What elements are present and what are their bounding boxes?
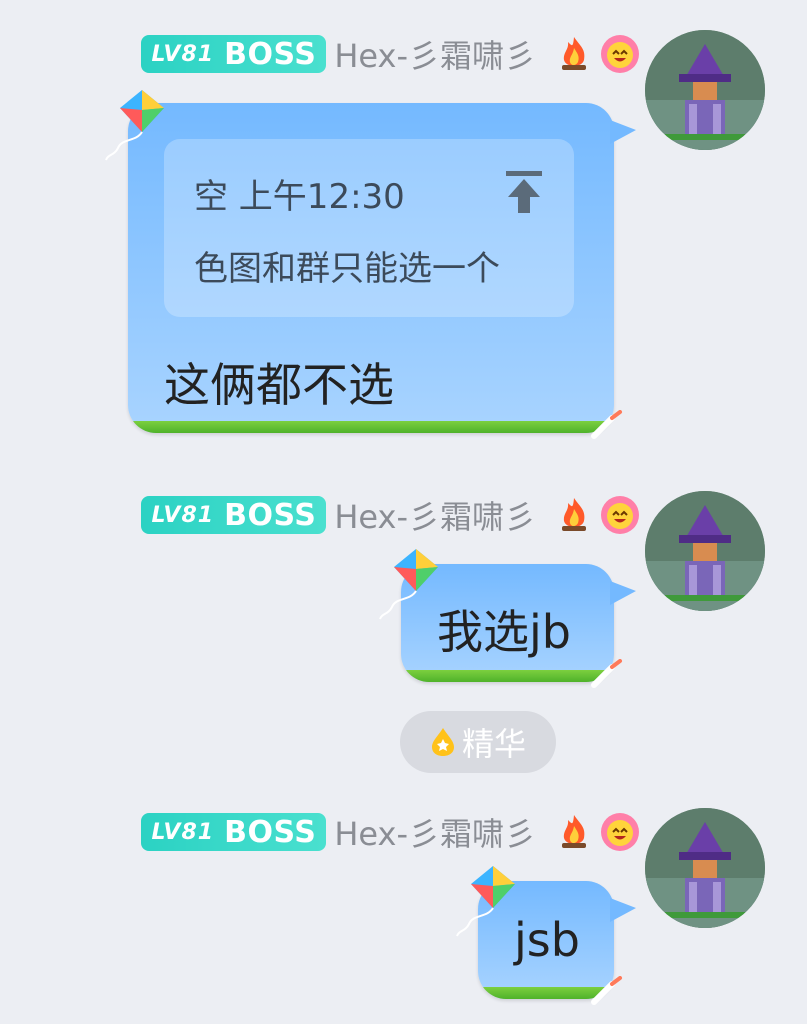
kite-icon (105, 90, 164, 161)
quote-text: 色图和群只能选一个 (194, 249, 500, 289)
message-3: LV81 BOSS Hex-彡霜啸彡 jsb (0, 808, 807, 1024)
corner-decoration-icon (591, 976, 622, 1005)
reply-quote[interactable]: 空 上午12:30 色图和群只能选一个 (164, 139, 574, 317)
corner-decoration-icon (591, 410, 622, 439)
avatar[interactable] (645, 30, 765, 150)
sender-nickname[interactable]: Hex-彡霜啸彡 (334, 31, 536, 77)
grass-decoration (401, 670, 614, 682)
avatar[interactable] (645, 491, 765, 611)
essence-label: 精华 (461, 725, 526, 763)
message-text: 我选jb (437, 605, 571, 659)
essence-tag[interactable]: 精华 (400, 711, 556, 773)
smile-flower-icon (601, 496, 639, 534)
wizard-avatar-icon (645, 30, 765, 150)
corner-decoration-icon (591, 659, 622, 688)
grass-decoration (128, 421, 614, 433)
badge-title: BOSS (224, 36, 317, 72)
sender-header: LV81 BOSS Hex-彡霜啸彡 (141, 32, 640, 76)
level-badge[interactable]: LV81 BOSS (141, 35, 327, 73)
level-text: LV81 (151, 41, 215, 67)
sender-nickname[interactable]: Hex-彡霜啸彡 (334, 809, 536, 855)
bubble-tail (610, 120, 636, 144)
quote-meta: 空 上午12:30 (194, 177, 405, 217)
message-1: LV81 BOSS Hex-彡霜啸彡 空 上午12:30 色图和群只能选一个 这… (0, 30, 807, 450)
wizard-avatar-icon (645, 491, 765, 611)
sender-nickname[interactable]: Hex-彡霜啸彡 (334, 492, 536, 538)
fire-icon (562, 815, 586, 848)
sender-header: LV81 BOSS Hex-彡霜啸彡 (141, 810, 640, 854)
smile-flower-icon (601, 35, 639, 73)
badge-title: BOSS (224, 814, 317, 850)
fire-icon (562, 498, 586, 531)
avatar[interactable] (645, 808, 765, 928)
message-text: jsb (514, 913, 580, 967)
bubble-tail (610, 581, 636, 605)
wizard-avatar-icon (645, 808, 765, 928)
message-text: 这俩都不选 (164, 358, 394, 412)
badge-title: BOSS (224, 497, 317, 533)
level-text: LV81 (151, 502, 215, 528)
sender-header: LV81 BOSS Hex-彡霜啸彡 (141, 493, 640, 537)
kite-icon (379, 549, 438, 620)
message-2: LV81 BOSS Hex-彡霜啸彡 我选jb (0, 491, 807, 691)
bubble-tail (610, 898, 636, 922)
jump-to-top-icon[interactable] (504, 169, 544, 215)
level-text: LV81 (151, 819, 215, 845)
smile-flower-icon (601, 813, 639, 851)
kite-icon (456, 866, 515, 937)
fire-icon (562, 37, 586, 70)
message-bubble[interactable]: 空 上午12:30 色图和群只能选一个 这俩都不选 (128, 103, 614, 433)
level-badge[interactable]: LV81 BOSS (141, 496, 327, 534)
level-badge[interactable]: LV81 BOSS (141, 813, 327, 851)
essence-drop-icon (431, 728, 454, 756)
